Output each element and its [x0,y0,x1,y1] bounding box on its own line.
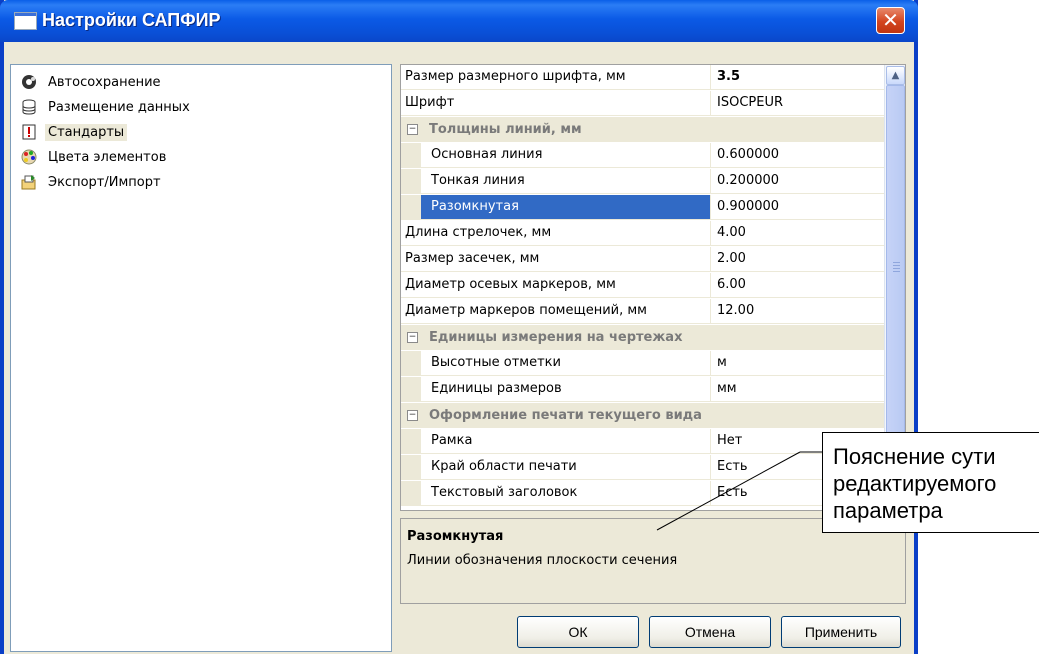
collapse-icon[interactable]: − [407,410,418,421]
scroll-up-button[interactable]: ▲ [886,66,905,85]
app-window-icon [14,12,37,30]
property-row[interactable]: Край области печати Есть [401,455,884,480]
tree-item-label: Размещение данных [48,99,190,115]
palette-icon [21,149,37,165]
settings-dialog: Настройки САПФИР ✕ Автосохранение Размеще… [0,0,918,654]
close-button[interactable]: ✕ [876,7,905,34]
callout-line-1: Пояснение сути [833,444,996,469]
cancel-button[interactable]: Отмена [649,616,771,648]
property-name: Край области печати [401,455,711,479]
property-name: Размер засечек, мм [401,247,711,271]
property-value[interactable]: Есть [717,455,748,479]
property-name: Единицы размеров [401,377,711,401]
property-name: Размер размерного шрифта, мм [401,65,711,89]
property-row[interactable]: Размер засечек, мм 2.00 [401,247,884,272]
property-value[interactable]: м [717,351,727,375]
property-value[interactable]: мм [717,377,737,401]
property-name: Диаметр осевых маркеров, мм [401,273,711,297]
property-category[interactable]: − Толщины линий, мм [401,117,884,142]
property-value[interactable]: ISOCPEUR [717,91,783,115]
property-row[interactable]: Размер размерного шрифта, мм 3.5 [401,65,884,90]
tree-item-label: Автосохранение [48,74,161,90]
property-row[interactable]: Рамка Нет [401,429,884,454]
annotation-callout: Пояснение сути редактируемого параметра [822,432,1039,533]
tree-item[interactable]: Автосохранение [21,71,164,93]
property-row[interactable]: Длина стрелочек, мм 4.00 [401,221,884,246]
tree-item-label: Экспорт/Импорт [48,174,161,190]
title-bar[interactable]: Настройки САПФИР ✕ [0,0,918,42]
property-row[interactable]: Единицы размеров мм [401,377,884,402]
export-import-icon [21,174,37,190]
property-row[interactable]: Высотные отметки м [401,351,884,376]
tree-item[interactable]: Размещение данных [21,96,193,118]
settings-category-tree: Автосохранение Размещение данных Стандарты… [10,64,392,652]
tree-item-label: Стандарты [45,123,128,141]
property-row[interactable]: Разомкнутая 0.900000 [401,195,884,220]
property-name: Шрифт [401,91,711,115]
ok-button[interactable]: ОК [517,616,639,648]
property-name: Основная линия [401,143,711,167]
property-name: Текстовый заголовок [401,481,711,505]
property-name: Тонкая линия [401,169,711,193]
category-label: Толщины линий, мм [429,122,582,137]
tree-item[interactable]: Экспорт/Импорт [21,171,164,193]
property-row[interactable]: Шрифт ISOCPEUR [401,91,884,116]
property-name: Разомкнутая [421,195,711,219]
close-icon: ✕ [882,8,899,32]
autosave-icon [21,74,37,90]
callout-line-2: редактируемого [833,471,997,496]
property-category[interactable]: − Оформление печати текущего вида [401,403,884,428]
category-label: Оформление печати текущего вида [429,408,702,423]
database-icon [21,99,37,115]
property-row[interactable]: Диаметр осевых маркеров, мм 6.00 [401,273,884,298]
property-row[interactable]: Основная линия 0.600000 [401,143,884,168]
property-name: Высотные отметки [401,351,711,375]
window-title: Настройки САПФИР [42,10,221,30]
property-value[interactable]: 12.00 [717,299,754,323]
description-text: Линии обозначения плоскости сечения [407,553,678,568]
property-row[interactable]: Текстовый заголовок Есть [401,481,884,506]
property-value[interactable]: 3.5 [717,65,740,89]
property-name: Рамка [401,429,711,453]
property-value[interactable]: Нет [717,429,742,453]
property-value[interactable]: Есть [717,481,748,505]
property-value[interactable]: 4.00 [717,221,746,245]
property-value[interactable]: 0.900000 [717,195,779,219]
standards-icon [21,124,37,140]
property-name: Длина стрелочек, мм [401,221,711,245]
property-value[interactable]: 0.200000 [717,169,779,193]
callout-line-3: параметра [833,498,943,523]
property-name: Диаметр маркеров помещений, мм [401,299,711,323]
description-title: Разомкнутая [407,529,504,544]
category-label: Единицы измерения на чертежах [429,330,683,345]
apply-button[interactable]: Применить [781,616,901,648]
property-value[interactable]: 2.00 [717,247,746,271]
tree-item[interactable]: Стандарты [21,121,128,143]
property-category[interactable]: − Единицы измерения на чертежах [401,325,884,350]
property-row[interactable]: Диаметр маркеров помещений, мм 12.00 [401,299,884,324]
tree-item[interactable]: Цвета элементов [21,146,169,168]
collapse-icon[interactable]: − [407,124,418,135]
chevron-up-icon: ▲ [891,70,900,81]
property-row[interactable]: Тонкая линия 0.200000 [401,169,884,194]
tree-item-label: Цвета элементов [48,149,167,165]
collapse-icon[interactable]: − [407,332,418,343]
property-value[interactable]: 0.600000 [717,143,779,167]
property-value[interactable]: 6.00 [717,273,746,297]
